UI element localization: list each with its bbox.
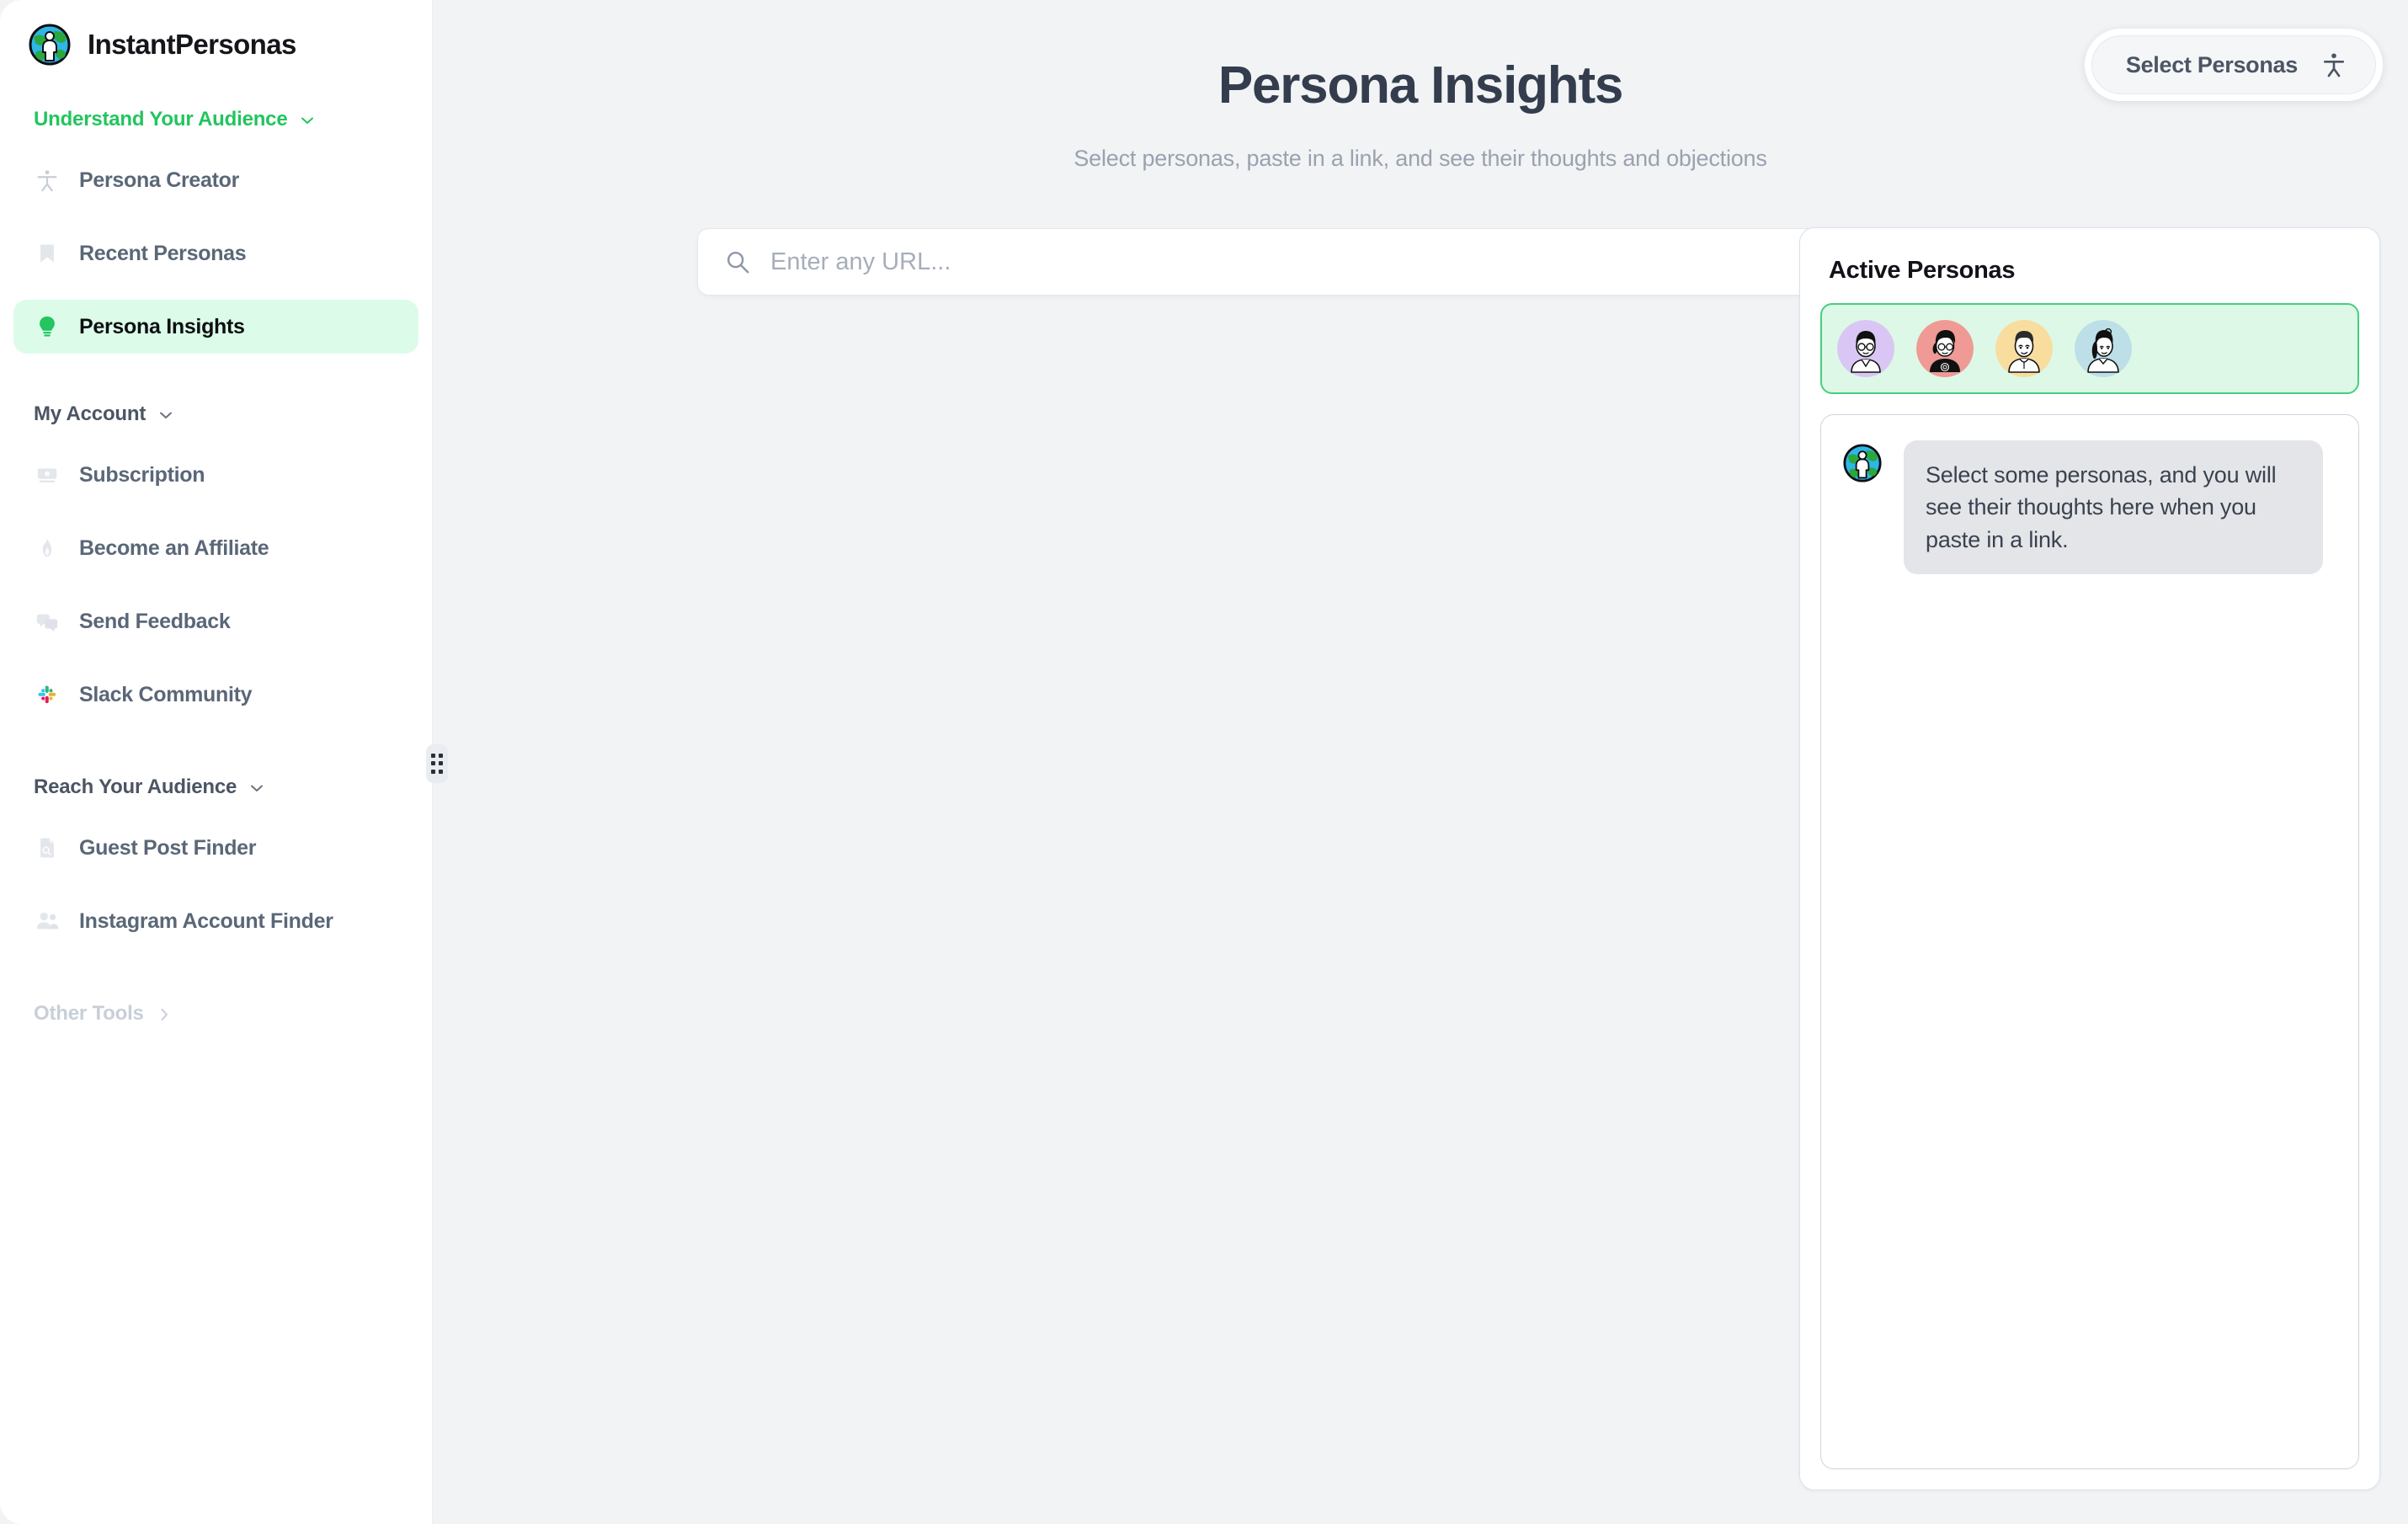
chevron-down-icon xyxy=(157,406,174,423)
nav-group-header[interactable]: Understand Your Audience xyxy=(0,108,432,131)
brand[interactable]: InstantPersonas xyxy=(0,0,432,66)
sidebar-item-label: Recent Personas xyxy=(79,242,246,266)
persona-avatar-2[interactable] xyxy=(1916,320,1974,377)
chevron-down-icon xyxy=(299,111,316,128)
sidebar-item-label: Instagram Account Finder xyxy=(79,909,333,934)
accessibility-person-icon xyxy=(2321,51,2347,79)
sidebar-item-instagram-account-finder[interactable]: Instagram Account Finder xyxy=(13,894,418,948)
url-search-bar[interactable] xyxy=(697,228,1901,296)
sidebar-item-label: Subscription xyxy=(79,463,205,488)
sidebar-item-guest-post-finder[interactable]: Guest Post Finder xyxy=(13,821,418,875)
document-search-icon xyxy=(34,834,61,861)
sidebar-item-persona-creator[interactable]: Persona Creator xyxy=(13,153,418,207)
nav-group-header[interactable]: Reach Your Audience xyxy=(0,775,432,799)
nav-group-label: Other Tools xyxy=(34,1002,144,1026)
search-input[interactable] xyxy=(770,248,1875,276)
nav-group-header[interactable]: My Account xyxy=(0,402,432,426)
sidebar-item-subscription[interactable]: Subscription xyxy=(13,448,418,502)
sidebar-item-persona-insights[interactable]: Persona Insights xyxy=(13,300,418,354)
nav-group-label: Understand Your Audience xyxy=(34,108,287,131)
nav-group-header[interactable]: Other Tools xyxy=(0,1002,432,1026)
brand-title: InstantPersonas xyxy=(88,29,296,61)
sidebar-item-become-an-affiliate[interactable]: Become an Affiliate xyxy=(13,521,418,575)
users-icon xyxy=(34,908,61,935)
persona-avatar-3[interactable] xyxy=(1995,320,2053,377)
banknote-icon xyxy=(34,461,61,488)
sidebar: InstantPersonas Understand Your Audience… xyxy=(0,0,433,1524)
nav-group-reach-your-audience: Reach Your Audience Guest Post Finder In… xyxy=(0,775,432,948)
sidebar-item-slack-community[interactable]: Slack Community xyxy=(13,668,418,722)
sidebar-item-label: Persona Insights xyxy=(79,315,245,339)
sidebar-item-label: Slack Community xyxy=(79,683,252,707)
globe-person-icon xyxy=(29,24,71,66)
drag-dot xyxy=(439,754,443,758)
globe-person-icon xyxy=(1843,444,1882,482)
nav-group-label: Reach Your Audience xyxy=(34,775,237,799)
lightbulb-icon xyxy=(34,313,61,340)
sidebar-item-label: Send Feedback xyxy=(79,610,231,634)
select-personas-button[interactable]: Select Personas xyxy=(2091,35,2376,94)
drag-dots-icon[interactable] xyxy=(426,744,448,783)
drag-dot xyxy=(431,770,435,774)
sidebar-item-label: Persona Creator xyxy=(79,168,239,193)
select-personas-wrapper: Select Personas xyxy=(2085,29,2383,101)
nav-group-my-account: My Account Subscription Become an Affili… xyxy=(0,402,432,722)
sidebar-item-send-feedback[interactable]: Send Feedback xyxy=(13,594,418,648)
chevron-right-icon xyxy=(156,1005,173,1022)
drag-dot xyxy=(439,770,443,774)
drag-dot xyxy=(439,761,443,765)
persona-avatar-1[interactable] xyxy=(1837,320,1894,377)
nav-group-understand-your-audience: Understand Your Audience Persona Creator… xyxy=(0,108,432,354)
slack-icon xyxy=(34,681,61,708)
accessibility-person-icon xyxy=(34,167,61,194)
drag-dot xyxy=(431,754,435,758)
chat-message-row: Select some personas, and you will see t… xyxy=(1843,440,2336,574)
sidebar-item-recent-personas[interactable]: Recent Personas xyxy=(13,226,418,280)
persona-thoughts-chat: Select some personas, and you will see t… xyxy=(1820,414,2359,1469)
flame-icon xyxy=(34,535,61,562)
bookmark-icon xyxy=(34,240,61,267)
search-icon xyxy=(723,248,752,276)
sidebar-item-label: Guest Post Finder xyxy=(79,836,256,861)
panel-title: Active Personas xyxy=(1829,257,2359,285)
active-personas-strip[interactable] xyxy=(1820,303,2359,394)
active-personas-panel: Active Personas xyxy=(1799,227,2380,1490)
sidebar-item-label: Become an Affiliate xyxy=(79,536,269,561)
nav-group-other-tools: Other Tools xyxy=(0,1002,432,1026)
main-content: Select Personas Persona Insights Select … xyxy=(433,0,2408,1524)
nav-group-label: My Account xyxy=(34,402,146,426)
chat-message-bubble: Select some personas, and you will see t… xyxy=(1904,440,2323,574)
select-personas-label: Select Personas xyxy=(2126,52,2298,78)
chat-bubbles-icon xyxy=(34,608,61,635)
app-root: InstantPersonas Understand Your Audience… xyxy=(0,0,2408,1524)
page-subtitle: Select personas, paste in a link, and se… xyxy=(433,146,2408,172)
persona-avatar-4[interactable] xyxy=(2075,320,2132,377)
drag-dot xyxy=(431,761,435,765)
chevron-down-icon xyxy=(248,779,265,796)
